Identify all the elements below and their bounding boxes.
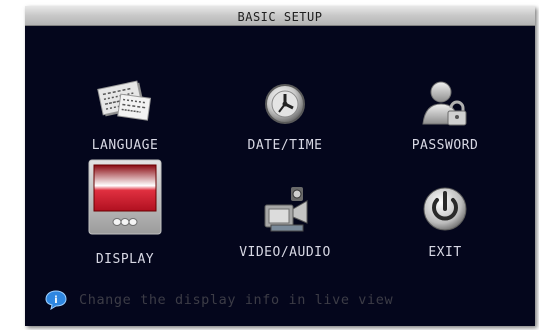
info-bubble-icon: i (45, 290, 67, 311)
menu-item-password[interactable]: PASSWORD (370, 74, 520, 153)
user-lock-icon (415, 74, 475, 130)
menu-item-exit[interactable]: EXIT (370, 181, 520, 260)
window-title: BASIC SETUP (237, 10, 323, 24)
power-icon (415, 181, 475, 237)
menu-item-label: PASSWORD (411, 138, 479, 153)
menu-item-display[interactable]: DISPLAY (50, 156, 200, 267)
menu-item-language[interactable]: LANGUAGE (50, 74, 200, 153)
title-bar: BASIC SETUP (25, 6, 535, 26)
language-icon (95, 74, 155, 130)
menu-item-label: LANGUAGE (91, 138, 159, 153)
basic-setup-window: BASIC SETUP LANGUAGE DATE/TIME PASSWORD … (25, 6, 535, 326)
menu-item-label: VIDEO/AUDIO (239, 245, 331, 260)
menu-item-video-audio[interactable]: VIDEO/AUDIO (210, 181, 360, 260)
menu-item-label: DATE/TIME (247, 138, 323, 153)
menu-item-datetime[interactable]: DATE/TIME (210, 74, 360, 153)
svg-text:i: i (54, 295, 57, 306)
display-icon (85, 156, 165, 238)
clock-icon (255, 74, 315, 130)
camera-icon (255, 181, 315, 237)
menu-item-label: EXIT (428, 245, 462, 260)
status-text: Change the display info in live view (79, 292, 394, 308)
status-bar: i Change the display info in live view (45, 289, 393, 311)
menu-item-label: DISPLAY (95, 252, 155, 267)
